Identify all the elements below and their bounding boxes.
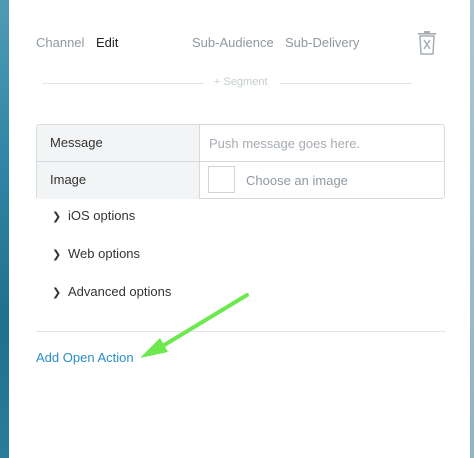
advanced-options-label: Advanced options — [68, 284, 172, 299]
push-content-form: Message Image Choose an image — [36, 124, 445, 199]
image-placeholder-icon — [208, 166, 235, 193]
chevron-right-icon: ❯ — [52, 287, 62, 299]
trash-icon[interactable] — [416, 30, 438, 56]
editor-tabs: Channel Edit Sub-Audience Sub-Delivery — [36, 35, 456, 53]
message-row: Message — [37, 125, 444, 162]
ios-options-label: iOS options — [68, 208, 136, 223]
divider-line-right — [280, 83, 412, 84]
section-divider — [36, 331, 446, 332]
tab-channel[interactable]: Channel — [36, 35, 84, 50]
tab-sub-delivery[interactable]: Sub-Delivery — [285, 35, 359, 50]
segment-divider: + Segment — [42, 74, 412, 92]
tab-sub-audience[interactable]: Sub-Audience — [192, 35, 274, 50]
divider-line-left — [42, 83, 204, 84]
add-segment-link[interactable]: + Segment — [214, 76, 268, 88]
message-input[interactable] — [201, 125, 444, 161]
message-label: Message — [37, 125, 200, 161]
background-edge-left — [0, 0, 9, 458]
web-options-toggle[interactable]: ❯ Web options — [52, 246, 140, 264]
ios-options-toggle[interactable]: ❯ iOS options — [52, 208, 135, 226]
advanced-options-toggle[interactable]: ❯ Advanced options — [52, 284, 171, 302]
background-edge-right — [470, 0, 474, 458]
push-editor-panel: Channel Edit Sub-Audience Sub-Delivery +… — [9, 0, 470, 458]
chevron-right-icon: ❯ — [52, 249, 62, 261]
image-picker[interactable]: Choose an image — [201, 162, 444, 199]
tab-edit[interactable]: Edit — [96, 35, 118, 50]
chevron-right-icon: ❯ — [52, 211, 62, 223]
web-options-label: Web options — [68, 246, 141, 261]
image-label: Image — [37, 162, 200, 199]
image-row: Image Choose an image — [37, 162, 444, 199]
add-open-action-link[interactable]: Add Open Action — [36, 350, 134, 365]
choose-image-text: Choose an image — [246, 173, 348, 188]
